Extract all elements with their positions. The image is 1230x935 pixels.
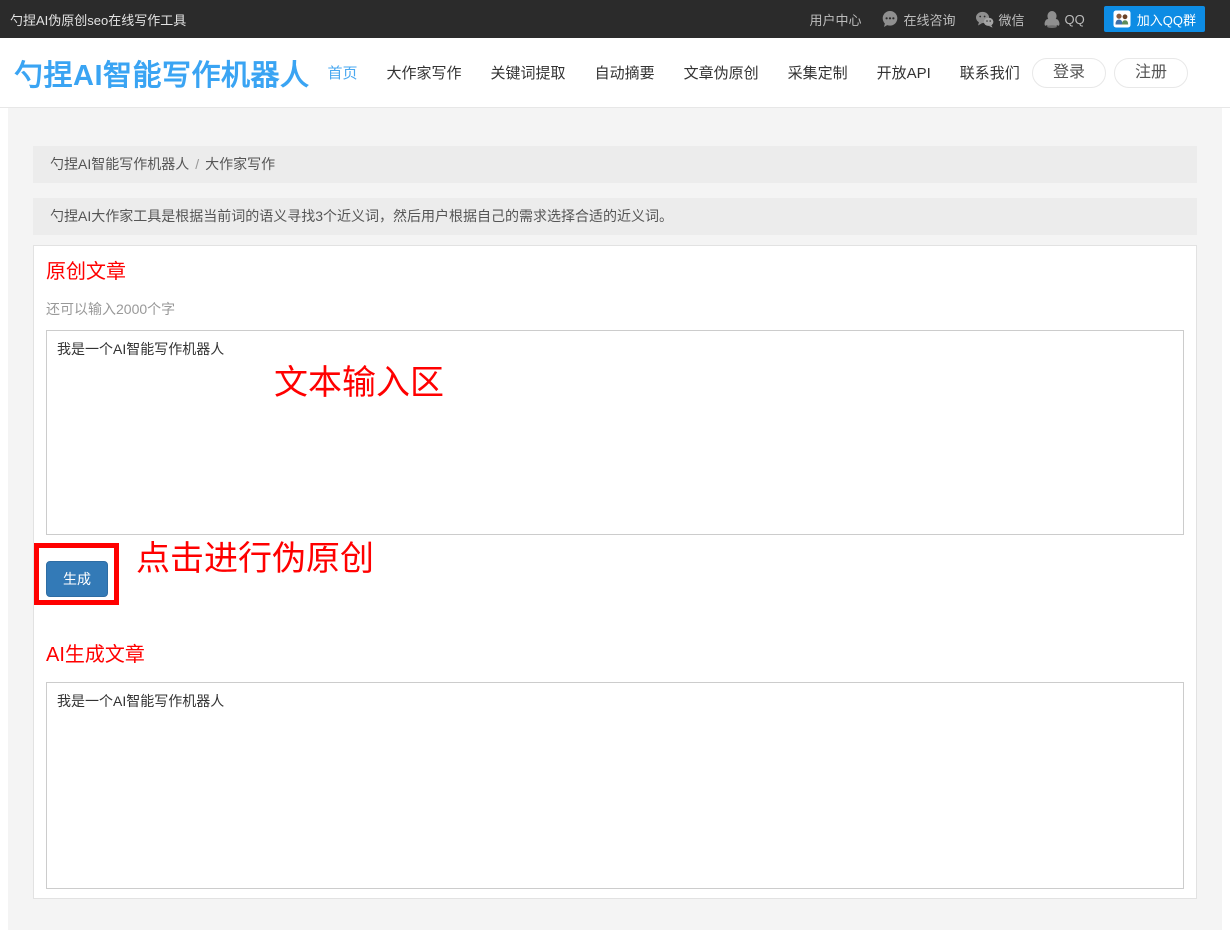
breadcrumb: 勺捏AI智能写作机器人 / 大作家写作 (33, 146, 1197, 183)
nav-item-collect-custom[interactable]: 采集定制 (788, 62, 848, 83)
tool-description: 勺捏AI大作家工具是根据当前词的语义寻找3个近义词，然后用户根据自己的需求选择合… (33, 198, 1197, 235)
page-body: 勺捏AI智能写作机器人 / 大作家写作 勺捏AI大作家工具是根据当前词的语义寻找3个… (8, 108, 1222, 930)
nav-item-auto-summary[interactable]: 自动摘要 (595, 62, 655, 83)
generate-button[interactable]: 生成 (46, 561, 108, 597)
topbar-links: 用户中心 在线咨询 (809, 6, 1205, 32)
chat-icon (881, 10, 899, 28)
topbar-link-user-center[interactable]: 用户中心 (809, 10, 861, 29)
char-counter: 还可以输入2000个字 (46, 299, 1184, 319)
result-text-output[interactable]: 我是一个AI智能写作机器人 (46, 682, 1184, 889)
qq-group-icon (1113, 10, 1131, 28)
editor-card: 原创文章 还可以输入2000个字 我是一个AI智能写作机器人 生成 AI生成文章… (33, 245, 1197, 899)
topbar-link-label: 用户中心 (809, 10, 861, 29)
breadcrumb-home[interactable]: 勺捏AI智能写作机器人 (50, 156, 189, 172)
site-title: 勺捏AI伪原创seo在线写作工具 (10, 10, 186, 29)
site-logo[interactable]: 勺捏AI智能写作机器人 (14, 52, 310, 94)
result-article-heading: AI生成文章 (46, 641, 1184, 669)
annotation-click-hint: 点击进行伪原创 (136, 540, 374, 579)
breadcrumb-separator: / (195, 156, 199, 172)
topbar-link-label: 在线咨询 (904, 10, 956, 29)
login-button[interactable]: 登录 (1032, 58, 1106, 88)
topbar-link-label: 微信 (999, 10, 1025, 29)
wechat-icon (975, 11, 994, 28)
nav-item-writer[interactable]: 大作家写作 (387, 62, 462, 83)
nav-item-home[interactable]: 首页 (328, 62, 358, 83)
join-qq-group-button[interactable]: 加入QQ群 (1104, 6, 1205, 32)
header: 勺捏AI智能写作机器人 首页 大作家写作 关键词提取 自动摘要 文章伪原创 采集… (0, 38, 1230, 108)
nav-item-open-api[interactable]: 开放API (877, 62, 931, 83)
breadcrumb-current: 大作家写作 (205, 156, 275, 172)
topbar-link-qq[interactable]: QQ (1044, 10, 1085, 28)
nav-item-pseudo-original[interactable]: 文章伪原创 (684, 62, 759, 83)
nav-item-contact-us[interactable]: 联系我们 (960, 62, 1020, 83)
nav-item-keyword-extract[interactable]: 关键词提取 (491, 62, 566, 83)
main-nav: 首页 大作家写作 关键词提取 自动摘要 文章伪原创 采集定制 开放API 联系我… (328, 62, 1020, 83)
topbar-link-online-support[interactable]: 在线咨询 (881, 10, 956, 29)
auth-buttons: 登录 注册 (1032, 58, 1188, 88)
topbar: 勺捏AI伪原创seo在线写作工具 用户中心 在线咨询 (0, 0, 1230, 38)
source-article-heading: 原创文章 (46, 258, 1184, 286)
register-button[interactable]: 注册 (1114, 58, 1188, 88)
topbar-link-label: QQ (1065, 12, 1085, 27)
topbar-link-wechat[interactable]: 微信 (975, 10, 1025, 29)
qq-icon (1044, 10, 1060, 28)
source-text-input[interactable]: 我是一个AI智能写作机器人 (46, 330, 1184, 535)
join-qq-group-label: 加入QQ群 (1137, 10, 1196, 29)
